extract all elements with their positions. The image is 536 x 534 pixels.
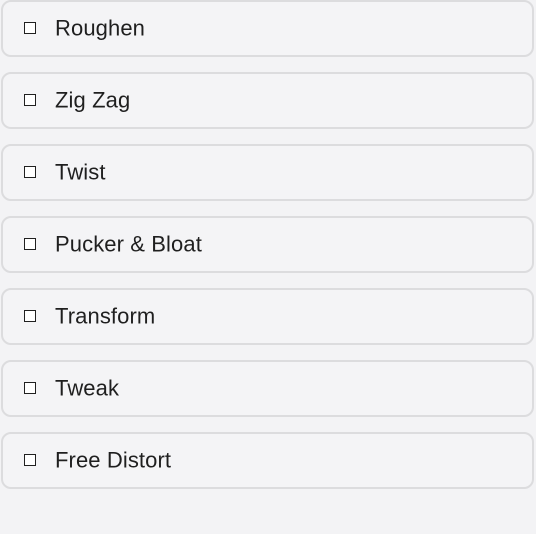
effect-option-label: Roughen (55, 15, 145, 41)
checkbox-unchecked-icon[interactable] (24, 93, 36, 106)
effect-option-pucker-bloat[interactable]: Pucker & Bloat (1, 216, 534, 273)
effect-option-label: Free Distort (55, 447, 172, 473)
effect-option-label: Zig Zag (55, 87, 131, 113)
checkbox-unchecked-icon[interactable] (24, 21, 36, 34)
effect-option-roughen[interactable]: Roughen (1, 0, 534, 57)
effect-option-zig-zag[interactable]: Zig Zag (1, 72, 534, 129)
effect-option-tweak[interactable]: Tweak (1, 360, 534, 417)
effect-option-label: Transform (55, 303, 156, 329)
effects-list: Roughen Zig Zag Twist Pucker & Bloat Tra… (0, 0, 536, 534)
effect-option-label: Tweak (55, 375, 120, 401)
checkbox-unchecked-icon[interactable] (24, 165, 36, 178)
checkbox-unchecked-icon[interactable] (24, 309, 36, 322)
effect-option-twist[interactable]: Twist (1, 144, 534, 201)
effect-option-label: Pucker & Bloat (55, 231, 202, 257)
checkbox-unchecked-icon[interactable] (24, 453, 36, 466)
checkbox-unchecked-icon[interactable] (24, 381, 36, 394)
effect-option-free-distort[interactable]: Free Distort (1, 432, 534, 489)
effect-option-transform[interactable]: Transform (1, 288, 534, 345)
effect-option-label: Twist (55, 159, 106, 185)
checkbox-unchecked-icon[interactable] (24, 237, 36, 250)
